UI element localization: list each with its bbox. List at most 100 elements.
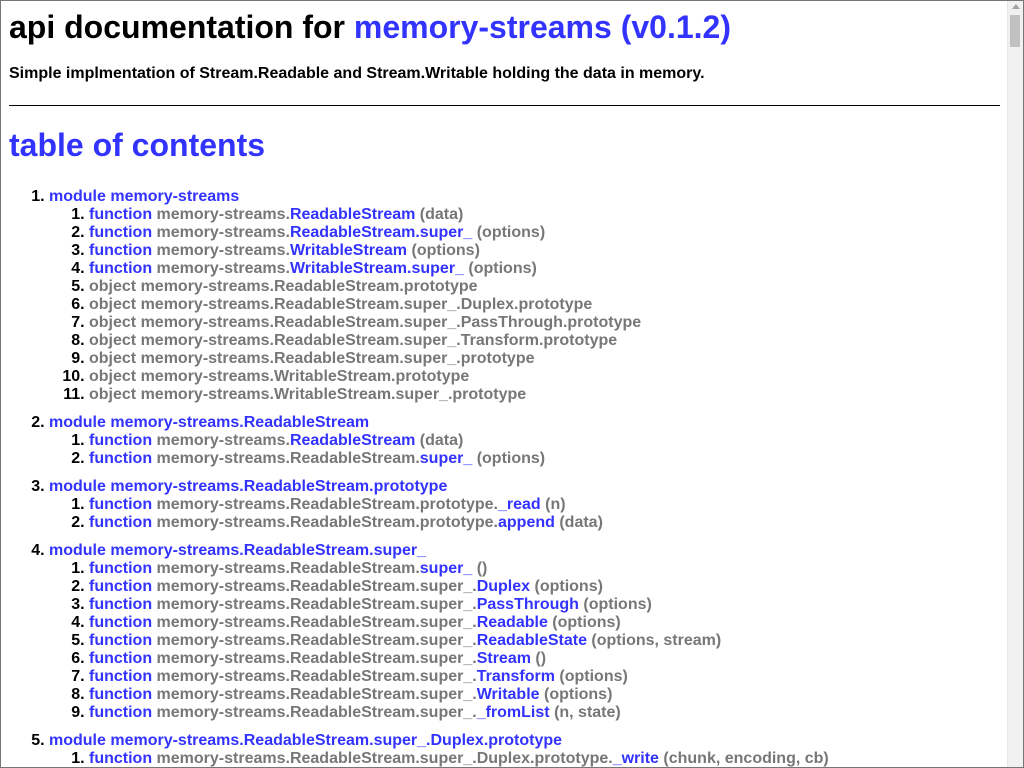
function-name-link[interactable]: _read: [498, 496, 541, 513]
entry-namespace: memory-streams.ReadableStream.super_.: [156, 668, 477, 685]
entry-namespace: memory-streams.ReadableStream.super_.: [156, 686, 477, 703]
entry-namespace: memory-streams.ReadableStream.super_.Dup…: [156, 750, 613, 767]
entry-namespace: memory-streams.ReadableStream.: [156, 560, 420, 577]
toc-title: table of contents: [9, 127, 266, 163]
function-name-link[interactable]: _fromList: [477, 704, 550, 721]
function-name-link[interactable]: super_: [420, 450, 472, 467]
function-keyword-link[interactable]: function: [89, 224, 152, 241]
function-signature: (options): [552, 614, 621, 631]
function-name-link[interactable]: Stream: [477, 650, 531, 667]
function-keyword-link[interactable]: function: [89, 596, 152, 613]
object-entry: object memory-streams.ReadableStream.sup…: [89, 332, 618, 349]
function-keyword-link[interactable]: function: [89, 206, 152, 223]
document-content: api documentation for memory-streams (v0…: [1, 9, 1008, 767]
function-keyword-link[interactable]: function: [89, 750, 152, 767]
function-signature: (chunk, encoding, cb): [663, 750, 829, 767]
toc-entry: object memory-streams.ReadableStream.sup…: [89, 332, 1000, 350]
entry-namespace: memory-streams.: [156, 242, 290, 259]
toc-entry: function memory-streams.WritableStream.s…: [89, 260, 1000, 278]
function-keyword-link[interactable]: function: [89, 496, 152, 513]
function-signature: (options): [411, 242, 480, 259]
function-name-link[interactable]: Writable: [477, 686, 540, 703]
object-entry: object memory-streams.ReadableStream.sup…: [89, 296, 593, 313]
function-keyword-link[interactable]: function: [89, 632, 152, 649]
entry-namespace: memory-streams.ReadableStream.super_.: [156, 704, 477, 721]
function-keyword-link[interactable]: function: [89, 686, 152, 703]
function-keyword-link[interactable]: function: [89, 242, 152, 259]
function-keyword-link[interactable]: function: [89, 704, 152, 721]
function-name-link[interactable]: WritableStream: [290, 242, 407, 259]
function-name-link[interactable]: ReadableState: [477, 632, 587, 649]
document-viewport: api documentation for memory-streams (v0…: [1, 1, 1008, 767]
function-name-link[interactable]: _write: [613, 750, 659, 767]
toc-module-list: module memory-streamsfunction memory-str…: [9, 188, 1000, 767]
function-signature: (data): [419, 206, 464, 223]
function-name-link[interactable]: super_: [420, 560, 472, 577]
entry-namespace: memory-streams.ReadableStream.super_.: [156, 614, 477, 631]
toc-entry: function memory-streams.ReadableStream.s…: [89, 560, 1000, 578]
module-link[interactable]: module memory-streams.ReadableStream: [49, 414, 369, 431]
module-link[interactable]: module memory-streams.ReadableStream.sup…: [49, 732, 562, 749]
toc-module-item: module memory-streams.ReadableStream.sup…: [49, 732, 1000, 767]
scrollbar-thumb[interactable]: [1010, 15, 1020, 47]
function-keyword-link[interactable]: function: [89, 650, 152, 667]
entry-namespace: memory-streams.ReadableStream.prototype.: [156, 514, 498, 531]
scroll-up-arrow-icon[interactable]: [1012, 4, 1020, 9]
object-entry: object memory-streams.WritableStream.pro…: [89, 368, 470, 385]
toc-entry: function memory-streams.ReadableStream.s…: [89, 450, 1000, 468]
toc-module-item: module memory-streams.ReadableStreamfunc…: [49, 414, 1000, 468]
vertical-scrollbar[interactable]: [1007, 1, 1023, 767]
function-name-link[interactable]: PassThrough: [477, 596, 579, 613]
toc-entry: function memory-streams.ReadableStream.s…: [89, 650, 1000, 668]
function-keyword-link[interactable]: function: [89, 578, 152, 595]
toc-entry: function memory-streams.ReadableStream.s…: [89, 686, 1000, 704]
function-keyword-link[interactable]: function: [89, 450, 152, 467]
object-entry: object memory-streams.WritableStream.sup…: [89, 386, 527, 403]
toc-entry: function memory-streams.ReadableStream.p…: [89, 514, 1000, 532]
entry-namespace: memory-streams.ReadableStream.super_.: [156, 632, 477, 649]
package-link[interactable]: memory-streams (v0.1.2): [354, 9, 731, 45]
function-name-link[interactable]: Readable: [477, 614, 548, 631]
toc-entry: function memory-streams.ReadableStream.s…: [89, 578, 1000, 596]
module-link[interactable]: module memory-streams.ReadableStream.pro…: [49, 478, 447, 495]
entry-namespace: memory-streams.ReadableStream.super_.: [156, 596, 477, 613]
toc-entry: object memory-streams.ReadableStream.pro…: [89, 278, 1000, 296]
function-name-link[interactable]: Transform: [477, 668, 555, 685]
function-keyword-link[interactable]: function: [89, 560, 152, 577]
function-signature: (options): [583, 596, 652, 613]
page-title: api documentation for memory-streams (v0…: [9, 9, 1000, 46]
function-name-link[interactable]: ReadableStream: [290, 432, 415, 449]
toc-entry: function memory-streams.ReadableStream.s…: [89, 704, 1000, 722]
function-name-link[interactable]: Duplex: [477, 578, 530, 595]
toc-entry: object memory-streams.ReadableStream.sup…: [89, 350, 1000, 368]
module-link[interactable]: module memory-streams: [49, 188, 239, 205]
toc-entry: object memory-streams.WritableStream.pro…: [89, 368, 1000, 386]
module-entry-list: function memory-streams. ReadableStream (…: [49, 206, 1000, 404]
function-signature: (options): [476, 224, 546, 241]
function-name-link[interactable]: ReadableStream: [290, 206, 415, 223]
function-name-link[interactable]: WritableStream.super_: [290, 260, 464, 277]
object-entry: object memory-streams.ReadableStream.pro…: [89, 278, 478, 295]
function-keyword-link[interactable]: function: [89, 260, 152, 277]
toc-entry: function memory-streams.ReadableStream.s…: [89, 632, 1000, 650]
entry-namespace: memory-streams.ReadableStream.prototype.: [156, 496, 498, 513]
function-signature: (options, stream): [591, 632, 722, 649]
function-keyword-link[interactable]: function: [89, 514, 152, 531]
toc-module-item: module memory-streams.ReadableStream.sup…: [49, 542, 1000, 722]
object-entry: object memory-streams.ReadableStream.sup…: [89, 314, 642, 331]
function-signature: (): [535, 650, 547, 667]
function-keyword-link[interactable]: function: [89, 668, 152, 685]
divider: [9, 105, 1000, 106]
function-signature: (data): [559, 514, 603, 531]
toc-entry: function memory-streams.WritableStream (…: [89, 242, 1000, 260]
package-description: Simple implmentation of Stream.Readable …: [9, 65, 705, 82]
function-name-link[interactable]: ReadableStream.super_: [290, 224, 472, 241]
function-name-link[interactable]: append: [498, 514, 555, 531]
toc-entry: function memory-streams.ReadableStream (…: [89, 432, 1000, 450]
toc-entry: function memory-streams.ReadableStream.s…: [89, 224, 1000, 242]
module-entry-list: function memory-streams.ReadableStream.s…: [49, 750, 1000, 767]
module-link[interactable]: module memory-streams.ReadableStream.sup…: [49, 542, 426, 559]
function-keyword-link[interactable]: function: [89, 614, 152, 631]
function-keyword-link[interactable]: function: [89, 432, 152, 449]
function-signature: (n): [545, 496, 566, 513]
